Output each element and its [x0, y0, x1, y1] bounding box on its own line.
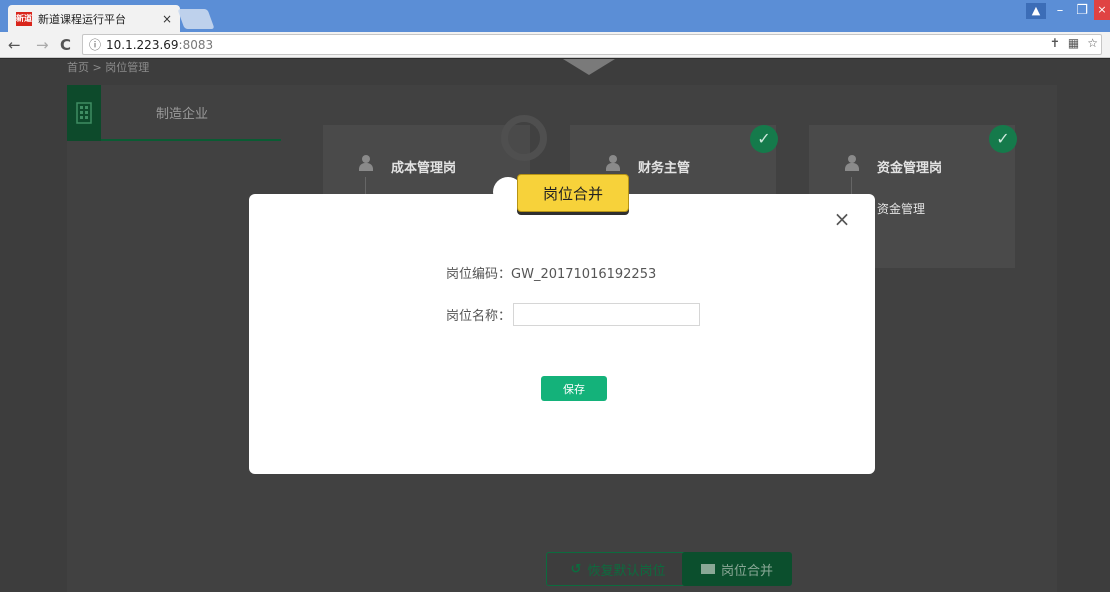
- sidebar-item-label: 制造企业: [156, 107, 209, 122]
- bookmark-star-icon[interactable]: ☆: [1087, 36, 1098, 50]
- new-tab-button[interactable]: [177, 9, 215, 29]
- forward-icon[interactable]: →: [36, 35, 49, 55]
- restore-window-icon[interactable]: ❐: [1072, 2, 1092, 20]
- collapse-toggle-icon[interactable]: [563, 59, 615, 75]
- user-icon[interactable]: ▲: [1026, 3, 1046, 19]
- close-window-icon[interactable]: ×: [1094, 0, 1110, 20]
- position-name-label: 岗位名称：: [446, 309, 512, 324]
- restore-default-button[interactable]: ↺ 恢复默认岗位: [546, 552, 690, 586]
- extension-icon[interactable]: ✝: [1050, 36, 1060, 50]
- checkmark-icon[interactable]: ✓: [989, 125, 1017, 153]
- reload-icon[interactable]: C: [60, 35, 71, 55]
- undo-icon: ↺: [570, 561, 582, 577]
- position-card-subtitle: 资金管理: [877, 202, 926, 216]
- dialog-title: 岗位合并: [517, 174, 629, 212]
- person-icon: [358, 155, 374, 171]
- position-code-value: GW_20171016192253: [511, 267, 657, 282]
- url-port: :8083: [178, 37, 214, 52]
- position-code-label: 岗位编码：: [446, 267, 512, 282]
- position-card-title: 成本管理岗: [391, 161, 457, 176]
- merge-icon: [700, 564, 715, 574]
- checkmark-icon[interactable]: ✓: [750, 125, 778, 153]
- tab-close-icon[interactable]: ×: [162, 12, 172, 26]
- person-icon: [605, 155, 621, 171]
- merge-position-button[interactable]: 岗位合并: [682, 552, 792, 586]
- close-icon[interactable]: ×: [831, 208, 853, 230]
- position-card-title: 财务主管: [638, 161, 691, 176]
- browser-tab[interactable]: 新道 新道课程运行平台 ×: [8, 5, 180, 32]
- position-card-title: 资金管理岗: [877, 161, 943, 176]
- ring-decoration: [501, 115, 547, 161]
- position-name-row: 岗位名称：: [446, 303, 701, 326]
- sidebar-item-enterprise[interactable]: 制造企业: [67, 85, 281, 141]
- restore-default-label: 恢复默认岗位: [587, 563, 666, 579]
- position-code-row: 岗位编码：GW_20171016192253: [446, 263, 656, 282]
- translate-icon[interactable]: ▦: [1068, 36, 1079, 50]
- building-icon: [67, 85, 101, 141]
- save-button[interactable]: 保存: [541, 376, 607, 401]
- breadcrumb: 首页 > 岗位管理: [67, 61, 150, 74]
- person-icon: [844, 155, 860, 171]
- merge-dialog: × 岗位编码：GW_20171016192253 岗位名称： 保存: [249, 194, 875, 474]
- favicon-icon: 新道: [16, 11, 32, 26]
- merge-position-label: 岗位合并: [720, 563, 773, 579]
- url-input[interactable]: ⓘ 10.1.223.69 :8083: [82, 34, 1102, 55]
- address-bar: ← → C ⓘ 10.1.223.69 :8083 ✝ ▦ ☆: [0, 32, 1110, 58]
- tab-title: 新道课程运行平台: [38, 12, 126, 26]
- info-icon[interactable]: ⓘ: [89, 36, 101, 53]
- url-host: 10.1.223.69: [106, 37, 179, 52]
- minimize-icon[interactable]: –: [1050, 2, 1070, 20]
- position-name-input[interactable]: [513, 303, 701, 326]
- browser-tabstrip: 新道 新道课程运行平台 × ▲ – ❐ ×: [0, 0, 1110, 32]
- back-icon[interactable]: ←: [8, 35, 21, 55]
